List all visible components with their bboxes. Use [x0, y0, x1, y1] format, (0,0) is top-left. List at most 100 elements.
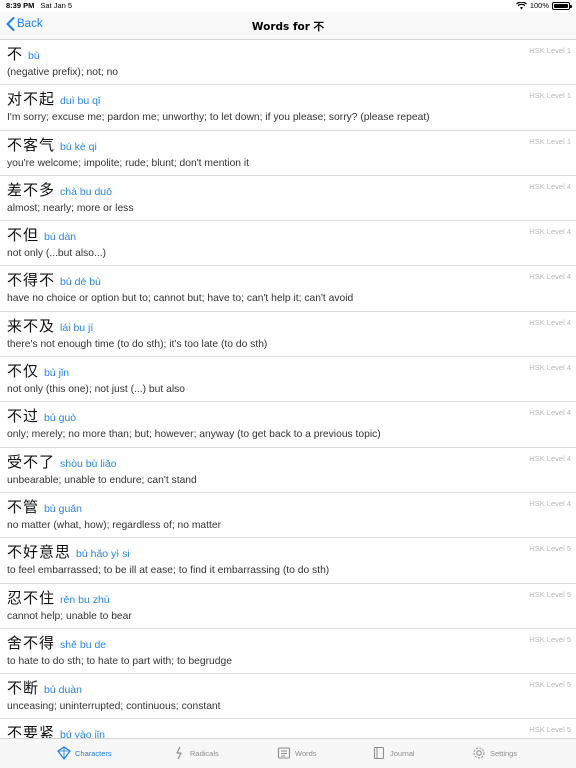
word-hanzi: 不好意思 [7, 543, 72, 562]
status-right: 100% [515, 1, 572, 10]
word-hanzi: 不 [7, 45, 24, 63]
status-time-date: 8:39 PM Sat Jan 5 [6, 1, 72, 10]
word-definition: almost; nearly; more or less [7, 202, 134, 214]
word-row[interactable]: 不仅 bù jǐn HSK Level 4 not only (this one); … [0, 357, 576, 403]
word-definition: no matter (what, how); regardless of; no… [7, 519, 222, 531]
word-pinyin: shě bu de [60, 638, 107, 651]
battery-percent: 100% [529, 1, 549, 10]
characters-icon [57, 746, 71, 760]
hsk-level-label: HSK Level 4 [529, 453, 571, 463]
word-row[interactable]: 不过 bú guò HSK Level 4 only; merely; no more… [0, 402, 576, 448]
hsk-level-label: HSK Level 5 [529, 634, 571, 644]
word-pinyin: shòu bù liǎo [60, 457, 117, 470]
word-definition: to feel embarrassed; to be ill at ease; … [7, 565, 330, 577]
words-icon [277, 747, 291, 759]
tab-words[interactable]: Words [277, 746, 317, 760]
word-row[interactable]: 忍不住 rěn bu zhù HSK Level 5 cannot help; una… [0, 584, 576, 629]
word-pinyin: duì bu qǐ [60, 95, 101, 108]
word-hanzi: 忍不住 [7, 588, 56, 607]
tab-settings[interactable]: Settings [472, 746, 517, 760]
journal-icon [373, 746, 385, 760]
word-definition: I'm sorry; excuse me; pardon me; unworth… [7, 112, 430, 124]
word-pinyin: bù guǎn [44, 502, 82, 515]
word-definition: (negative prefix); not; no [7, 67, 119, 78]
word-definition: only; merely; no more than; but; however… [7, 429, 381, 441]
word-head: 差不多 chà bu duō [7, 179, 112, 200]
status-bar: 8:39 PM Sat Jan 5 100% [0, 0, 576, 12]
word-definition: there's not enough time (to do sth); it'… [7, 338, 268, 350]
word-row[interactable]: 来不及 lái bu jí HSK Level 4 there's not enoug… [0, 312, 576, 358]
tab-journal[interactable]: Journal [372, 746, 415, 760]
word-definition: unceasing; uninterrupted; continuous; co… [7, 701, 221, 713]
status-date: Sat Jan 5 [40, 1, 73, 10]
tab-characters[interactable]: Characters [57, 746, 112, 760]
tab-label: Journal [390, 748, 415, 758]
word-row[interactable]: 不要紧 bú yào jǐn HSK Level 5 [0, 719, 576, 738]
word-pinyin: rěn bu zhù [60, 593, 110, 606]
word-head: 不得不 bù dé bù [7, 269, 101, 290]
hsk-level-label: HSK Level 4 [529, 408, 571, 418]
tab-radicals[interactable]: Radicals [172, 746, 219, 760]
hsk-level-label: HSK Level 5 [529, 589, 571, 599]
word-hanzi: 来不及 [7, 316, 56, 335]
hsk-level-label: HSK Level 4 [529, 317, 571, 327]
tab-label: Characters [75, 748, 112, 758]
navigation-bar: Back Words for 不 [0, 12, 576, 40]
word-pinyin: bù dé bù [60, 276, 101, 289]
tab-label: Words [295, 748, 317, 758]
word-row[interactable]: 不得不 bù dé bù HSK Level 4 have no choice or … [0, 266, 576, 312]
tab-label: Radicals [190, 748, 219, 758]
word-pinyin: bù jǐn [44, 367, 70, 380]
word-head: 不但 bú dàn [7, 224, 76, 245]
battery-icon [552, 1, 572, 10]
word-row[interactable]: 受不了 shòu bù liǎo HSK Level 4 unbearable; un… [0, 448, 576, 493]
word-head: 不管 bù guǎn [7, 496, 82, 517]
hsk-level-label: HSK Level 5 [529, 680, 571, 690]
word-head: 不好意思 bù hǎo yì si [7, 541, 130, 562]
word-row[interactable]: 对不起 duì bu qǐ HSK Level 1 I'm sorry; excuse… [0, 85, 576, 131]
hsk-level-label: HSK Level 1 [529, 46, 571, 55]
hsk-level-label: HSK Level 4 [529, 227, 571, 237]
word-pinyin: chà bu duō [60, 185, 112, 198]
word-row[interactable]: 不但 bú dàn HSK Level 4 not only (...but also… [0, 221, 576, 267]
word-row[interactable]: 舍不得 shě bu de HSK Level 5 to hate to do sth… [0, 629, 576, 675]
word-head: 不过 bú guò [7, 405, 76, 426]
word-head: 忍不住 rěn bu zhù [7, 587, 110, 608]
word-hanzi: 不客气 [7, 135, 56, 154]
word-pinyin: bú yào jǐn [60, 729, 105, 738]
word-hanzi: 不断 [7, 679, 40, 698]
hsk-level-label: HSK Level 5 [529, 544, 571, 554]
word-head: 舍不得 shě bu de [7, 632, 106, 653]
word-hanzi: 受不了 [7, 452, 56, 471]
word-head: 不要紧 bú yào jǐn [7, 722, 105, 738]
word-hanzi: 不管 [7, 497, 40, 516]
hsk-level-label: HSK Level 5 [529, 725, 571, 735]
word-pinyin: lái bu jí [60, 321, 94, 334]
word-list[interactable]: 不 bù HSK Level 1 (negative prefix); not; no… [0, 40, 576, 738]
word-row[interactable]: 不管 bù guǎn HSK Level 4 no matter (what, how… [0, 493, 576, 539]
word-pinyin: bú dàn [44, 231, 77, 244]
word-definition: to hate to do sth; to hate to part with;… [7, 655, 232, 667]
word-head: 不 bù [7, 43, 40, 64]
word-row[interactable]: 不 bù HSK Level 1 (negative prefix); not; no [0, 40, 576, 86]
word-definition: you're welcome; impolite; rude; blunt; d… [7, 157, 250, 169]
word-definition: not only (this one); not just (...) but … [7, 384, 185, 396]
word-definition: not only (...but also...) [7, 248, 107, 260]
hsk-level-label: HSK Level 4 [529, 363, 571, 373]
word-row[interactable]: 不好意思 bù hǎo yì si HSK Level 5 to feel embar… [0, 538, 576, 584]
word-pinyin: bù hǎo yì si [76, 548, 130, 561]
word-pinyin: bú duàn [44, 684, 82, 697]
word-head: 不仅 bù jǐn [7, 360, 69, 381]
word-head: 不客气 bú kè qi [7, 134, 97, 155]
hsk-level-label: HSK Level 1 [529, 136, 571, 146]
word-hanzi: 不要紧 [7, 724, 56, 738]
radicals-icon [176, 746, 182, 760]
hsk-level-label: HSK Level 4 [529, 272, 571, 282]
hsk-level-label: HSK Level 4 [529, 498, 571, 508]
word-hanzi: 不得不 [7, 271, 56, 290]
word-row[interactable]: 差不多 chà bu duō HSK Level 4 almost; nearly; … [0, 176, 576, 222]
tab-bar: Characters Radicals Words Journal Settings [0, 738, 576, 768]
word-row[interactable]: 不断 bú duàn HSK Level 5 unceasing; uninterru… [0, 674, 576, 720]
word-row[interactable]: 不客气 bú kè qi HSK Level 1 you're welcome; im… [0, 131, 576, 176]
word-hanzi: 对不起 [7, 90, 56, 109]
